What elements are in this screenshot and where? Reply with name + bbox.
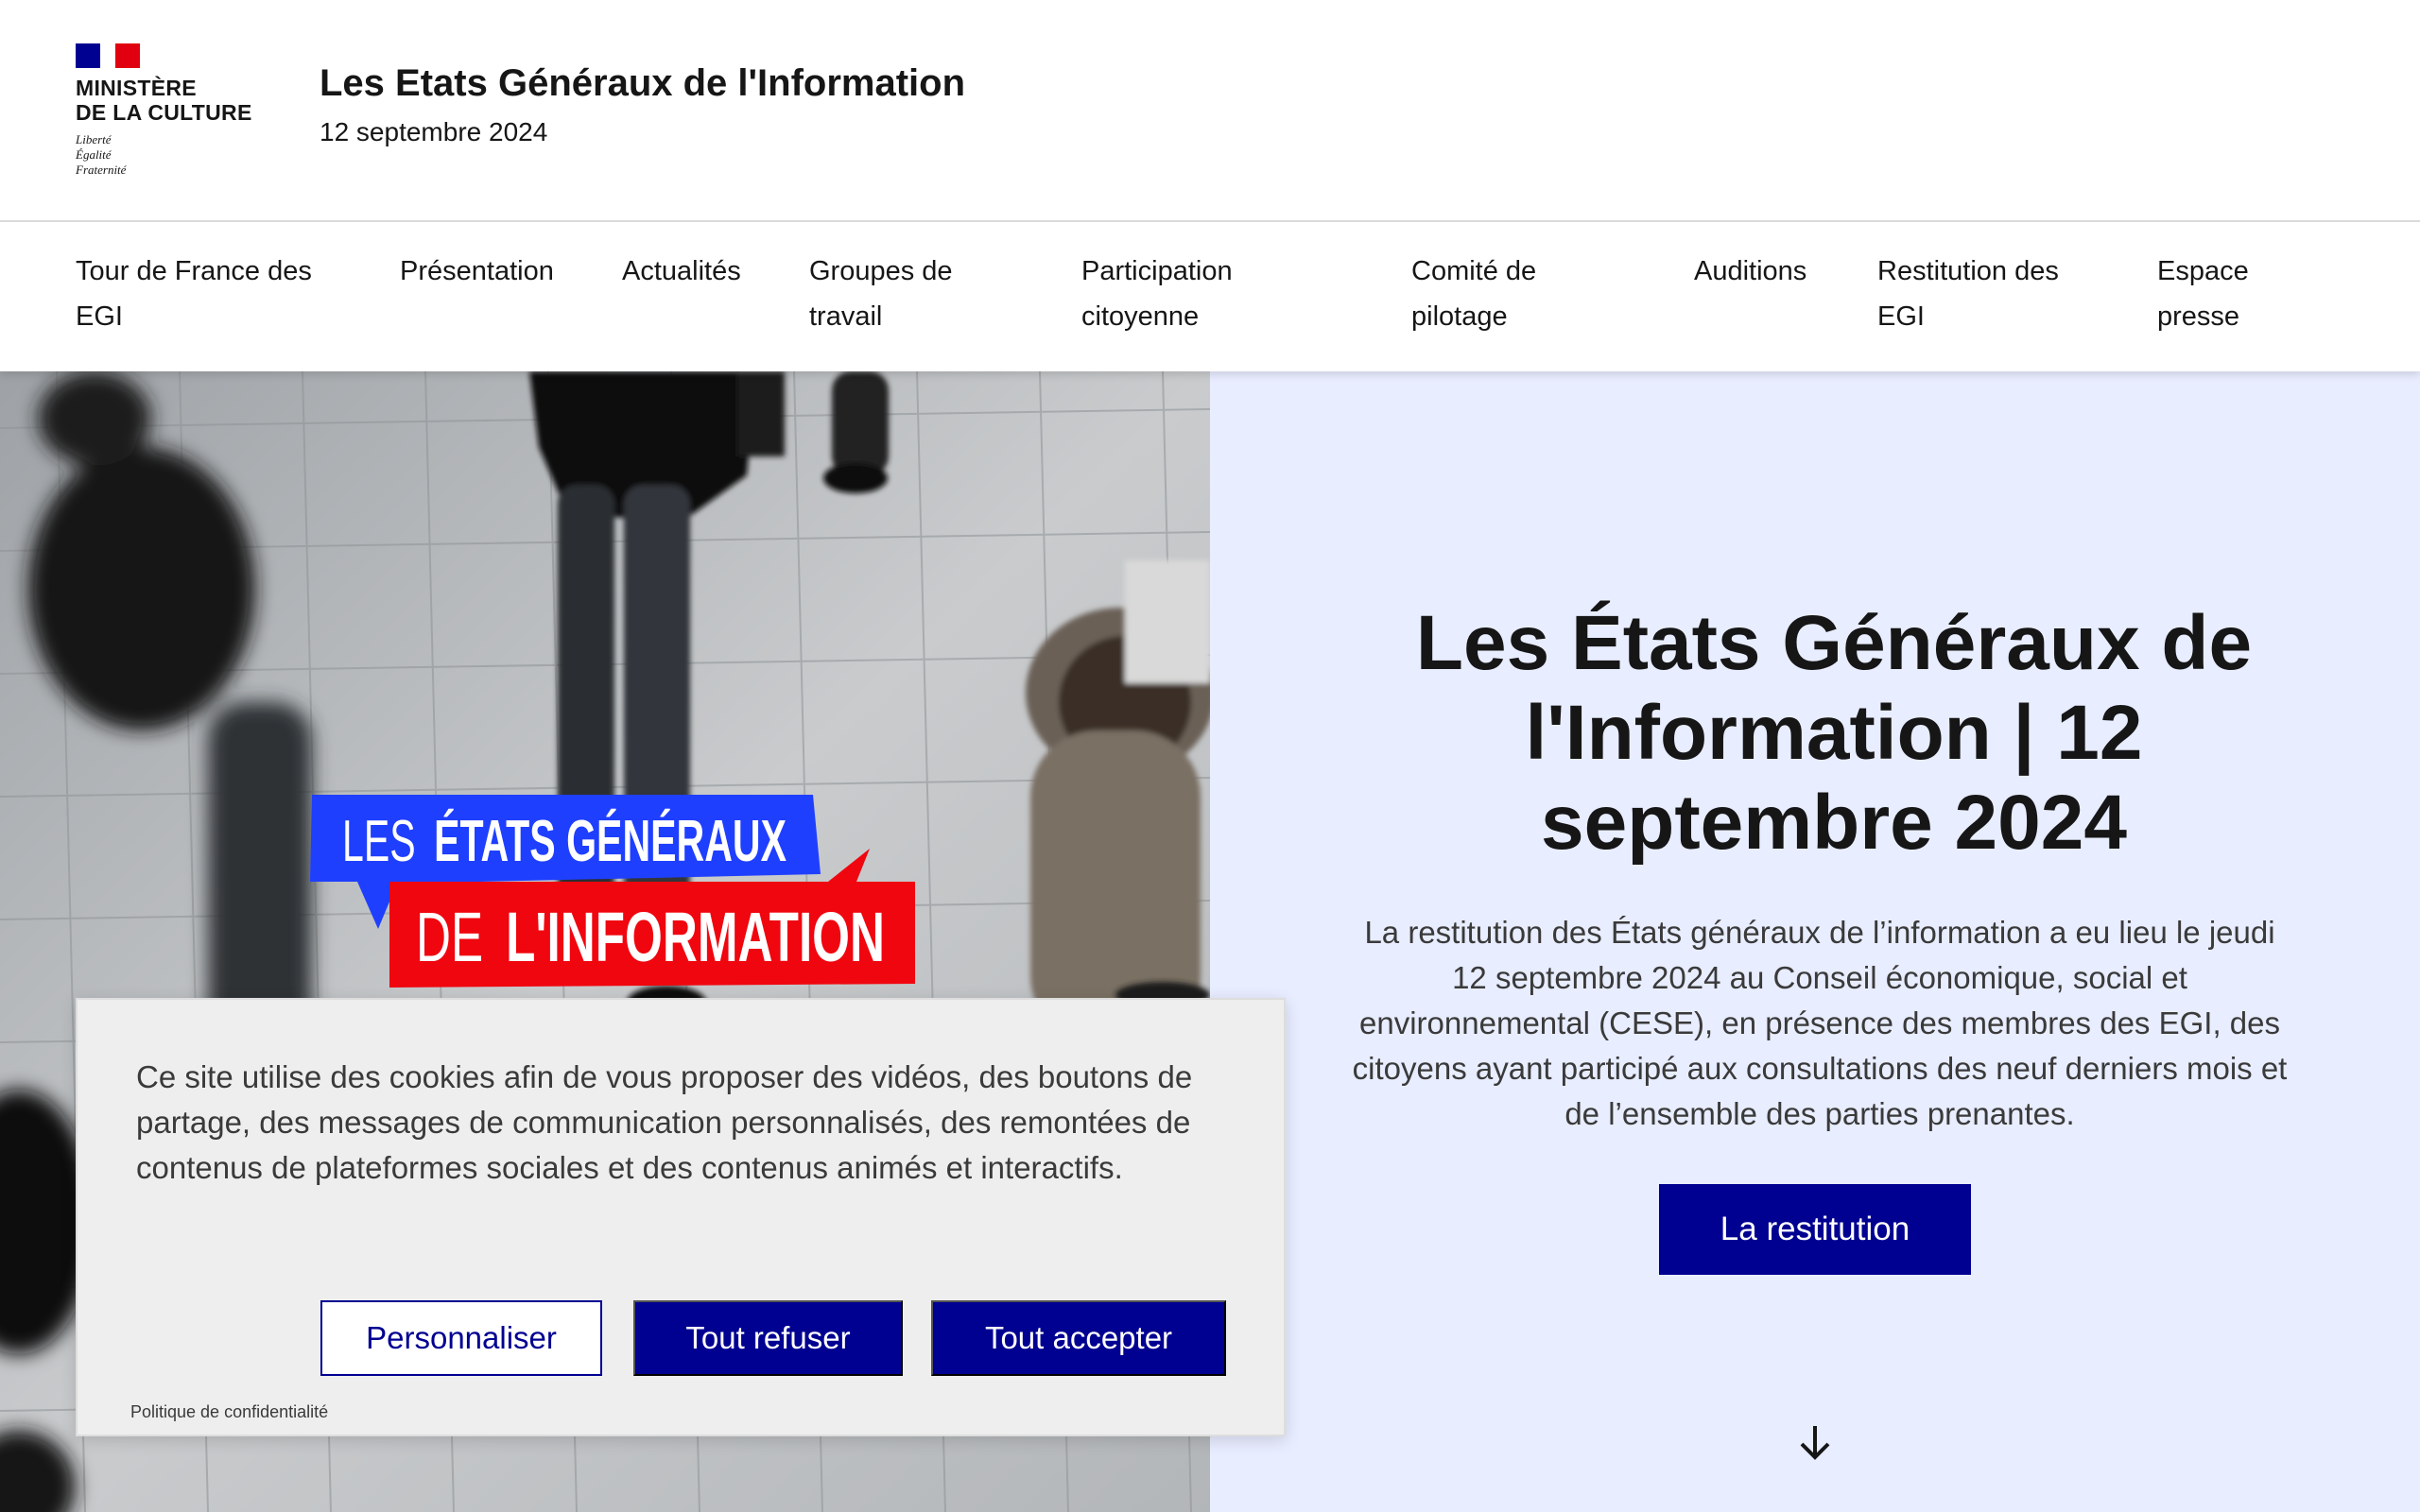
accept-all-button[interactable]: Tout accepter (931, 1300, 1226, 1376)
nav-label-line2: EGI (76, 301, 123, 332)
motto-line-3: Fraternité (76, 163, 127, 177)
nav-item-comite-de-pilotage[interactable]: Comité de pilotage (1411, 249, 1536, 339)
nav-label-line2: EGI (1877, 301, 1925, 332)
motto-line-1: Liberté (76, 132, 112, 146)
banner-text-information: L'INFORMATION (506, 898, 885, 976)
nav-item-actualites[interactable]: Actualités (622, 249, 741, 294)
hero-title: Les États Généraux de l'Information | 12… (1323, 598, 2344, 868)
logo-line-2: DE LA CULTURE (76, 100, 252, 125)
nav-label-line2: pilotage (1411, 301, 1508, 332)
nav-item-tour-de-france[interactable]: Tour de France des EGI (76, 249, 312, 339)
svg-text:DE L'INFORMATION: DE L'INFORMATION (416, 898, 885, 976)
nav-item-espace-presse[interactable]: Espace presse (2157, 249, 2249, 339)
ministry-logo[interactable]: MINISTÈRE DE LA CULTURE Liberté Égalité … (76, 43, 274, 178)
nav-label-line1: Auditions (1694, 256, 1807, 286)
customize-cookies-button[interactable]: Personnaliser (320, 1300, 602, 1376)
banner-text-les: LES (342, 809, 416, 874)
restitution-button[interactable]: La restitution (1659, 1184, 1971, 1275)
hero-description: La restitution des États généraux de l’i… (1352, 915, 2288, 1131)
marianne-flag-icon (76, 43, 140, 68)
nav-label-line2: presse (2157, 301, 2240, 332)
svg-text:LES ÉTATS GÉNÉRAUX: LES ÉTATS GÉNÉRAUX (342, 809, 786, 874)
banner-text-de: DE (416, 898, 483, 976)
nav-item-restitution-des-egi[interactable]: Restitution des EGI (1877, 249, 2059, 339)
nav-label-line1: Participation (1081, 256, 1233, 286)
nav-item-participation-citoyenne[interactable]: Participation citoyenne (1081, 249, 1233, 339)
site-header: MINISTÈRE DE LA CULTURE Liberté Égalité … (0, 0, 2420, 222)
nav-label-line1: Groupes de (809, 256, 953, 286)
nav-item-auditions[interactable]: Auditions (1694, 249, 1806, 294)
nav-label-line1: Actualités (622, 256, 741, 286)
hero-content: Les États Généraux de l'Information | 12… (1210, 371, 2420, 1512)
nav-item-groupes-de-travail[interactable]: Groupes de travail (809, 249, 953, 339)
site-tagline: 12 septembre 2024 (320, 117, 548, 146)
refuse-all-button[interactable]: Tout refuser (633, 1300, 903, 1376)
cookie-consent-text: Ce site utilise des cookies afin de vous… (136, 1059, 1193, 1185)
cookie-consent-banner: Ce site utilise des cookies afin de vous… (76, 998, 1286, 1436)
nav-label-line1: Présentation (400, 256, 554, 286)
logo-line-1: MINISTÈRE (76, 76, 197, 100)
nav-label-line1: Comité de (1411, 256, 1537, 286)
banner-text-etats-generaux: ÉTATS GÉNÉRAUX (434, 809, 786, 874)
motto-line-2: Égalité (76, 147, 112, 162)
nav-label-line1: Espace (2157, 256, 2249, 286)
privacy-policy-link[interactable]: Politique de confidentialité (130, 1402, 328, 1422)
main-nav: Tour de France des EGI Présentation Actu… (0, 222, 2420, 371)
nav-label-line2: travail (809, 301, 883, 332)
nav-label-line1: Tour de France des (76, 256, 312, 286)
nav-label-line2: citoyenne (1081, 301, 1200, 332)
nav-label-line1: Restitution des (1877, 256, 2059, 286)
nav-item-presentation[interactable]: Présentation (400, 249, 554, 294)
arrow-down-icon[interactable] (1793, 1420, 1837, 1464)
site-title[interactable]: Les Etats Généraux de l'Information (320, 62, 965, 105)
